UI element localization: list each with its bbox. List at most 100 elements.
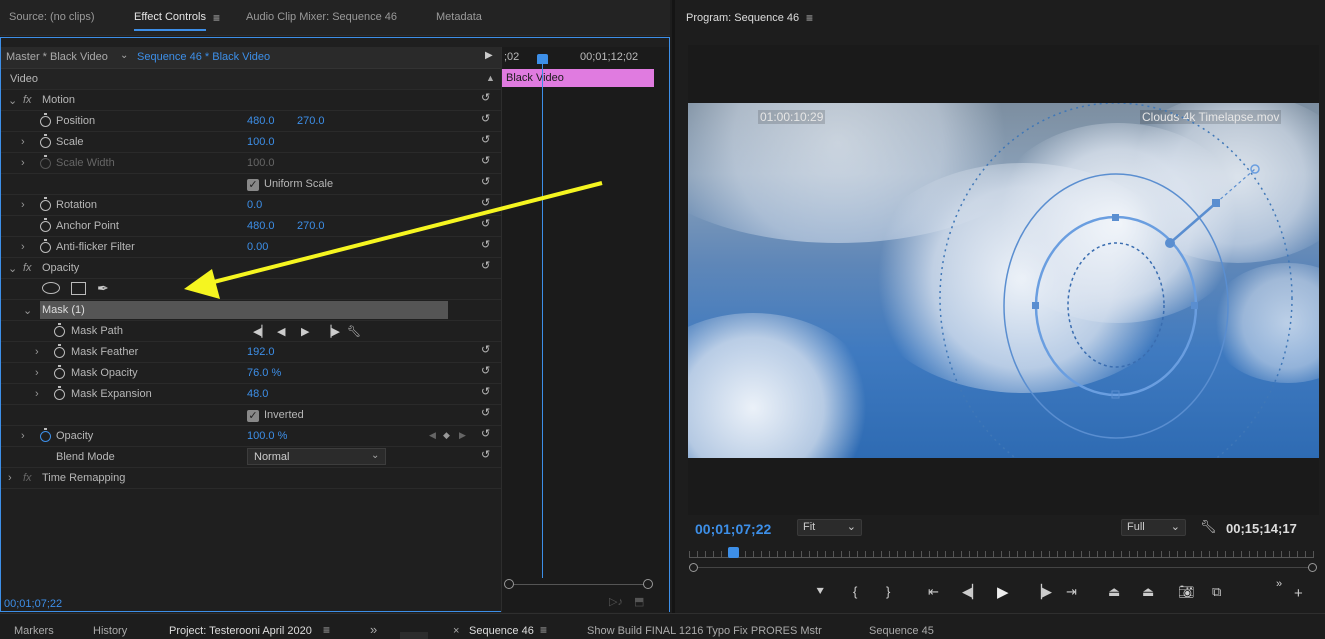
panel-handle[interactable]	[400, 632, 428, 639]
tab-audio-clip-mixer[interactable]: Audio Clip Mixer: Sequence 46	[246, 11, 397, 23]
wrench-icon[interactable]: 🔧︎	[347, 325, 361, 338]
track-backward-icon[interactable]: ◀	[277, 325, 285, 338]
track-forward-icon[interactable]: ▶	[301, 325, 309, 338]
prev-keyframe-icon[interactable]: ◀	[429, 430, 436, 441]
mask-overlay[interactable]	[688, 103, 1319, 458]
playback-resolution-dropdown[interactable]: Full ⌄	[1121, 519, 1186, 536]
stopwatch-icon[interactable]	[40, 197, 51, 211]
inverted-checkbox[interactable]: ✓	[247, 410, 259, 422]
mark-in-icon[interactable]: {	[853, 584, 857, 599]
chevron-down-icon[interactable]: ⌄	[23, 304, 32, 317]
chevron-right-icon[interactable]: ›	[8, 472, 12, 484]
panel-menu-icon[interactable]: ≡	[806, 11, 813, 25]
zoom-handle-left[interactable]	[504, 579, 514, 589]
close-icon[interactable]: ×	[453, 625, 459, 637]
chevron-right-icon[interactable]: ›	[35, 388, 39, 400]
reset-icon[interactable]: ↺	[481, 364, 490, 377]
fx-icon[interactable]: fx	[23, 94, 32, 106]
playhead-timecode[interactable]: 00;01;07;22	[695, 521, 771, 537]
mask-expansion-value[interactable]: 48.0	[247, 388, 268, 400]
panel-divider[interactable]	[672, 0, 675, 613]
effect-row-motion[interactable]: ⌄ fx Motion ↺	[1, 90, 501, 111]
wrench-icon[interactable]: 🔧︎	[1200, 519, 1217, 535]
reset-icon[interactable]: ↺	[481, 91, 490, 104]
reset-icon[interactable]: ↺	[481, 112, 490, 125]
blend-mode-dropdown[interactable]: Normal	[247, 448, 386, 465]
reset-icon[interactable]: ↺	[481, 133, 490, 146]
chevron-right-icon[interactable]: ›	[35, 346, 39, 358]
program-monitor-title[interactable]: Program: Sequence 46	[686, 12, 799, 24]
chevron-right-icon[interactable]: ›	[21, 430, 25, 442]
scale-value[interactable]: 100.0	[247, 136, 275, 148]
time-ruler[interactable]	[689, 557, 1314, 558]
effect-controls-timeline[interactable]	[501, 47, 669, 612]
stopwatch-icon[interactable]	[54, 365, 65, 379]
lift-icon[interactable]: ⏏	[1108, 584, 1120, 600]
ellipse-mask-icon[interactable]	[42, 282, 60, 294]
reset-icon[interactable]: ↺	[481, 343, 490, 356]
scroll-handle-left[interactable]	[689, 563, 698, 572]
video-frame[interactable]: 01:00:10:29 Clouds 4k Timelapse.mov	[688, 103, 1319, 458]
zoom-handle-right[interactable]	[643, 579, 653, 589]
zoom-level-dropdown[interactable]: Fit ⌄	[797, 519, 862, 536]
tab-project[interactable]: Project: Testerooni April 2020	[169, 625, 312, 637]
reset-icon[interactable]: ↺	[481, 406, 490, 419]
tab-history[interactable]: History	[93, 625, 127, 637]
clip-bar-black-video[interactable]: Black Video	[502, 69, 654, 87]
add-keyframe-icon[interactable]: ◆	[443, 430, 450, 441]
stopwatch-icon[interactable]	[40, 134, 51, 148]
stopwatch-icon[interactable]	[40, 218, 51, 232]
button-editor-plus-icon[interactable]: +	[1294, 585, 1303, 602]
mask-opacity-value[interactable]: 76.0 %	[247, 367, 281, 379]
stopwatch-icon[interactable]	[40, 239, 51, 253]
chevron-right-icon[interactable]: ›	[21, 136, 25, 148]
next-keyframe-icon[interactable]: ▶	[459, 430, 466, 441]
export-frame-icon[interactable]: 📷︎	[1178, 584, 1195, 600]
position-x-value[interactable]: 480.0	[247, 115, 275, 127]
add-marker-icon[interactable]: ⯆	[815, 584, 825, 600]
chevron-right-icon[interactable]: ›	[21, 199, 25, 211]
chevron-right-icon[interactable]: ›	[35, 367, 39, 379]
mark-out-icon[interactable]: }	[886, 584, 890, 599]
extract-icon[interactable]: ⏏	[1142, 584, 1154, 600]
pen-tool-icon[interactable]: ✒	[97, 280, 109, 297]
stopwatch-active-icon[interactable]	[40, 428, 51, 442]
filter-icon[interactable]: ▷♪	[609, 595, 623, 608]
stopwatch-icon[interactable]	[40, 113, 51, 127]
track-forward-one-frame-icon[interactable]: ▕▶	[323, 325, 340, 338]
more-tabs-icon[interactable]: »	[370, 622, 377, 637]
scroll-handle-right[interactable]	[1308, 563, 1317, 572]
reset-icon[interactable]: ↺	[481, 154, 490, 167]
reset-icon[interactable]: ↺	[481, 385, 490, 398]
track-backward-one-frame-icon[interactable]: ◀▏	[253, 325, 270, 338]
master-clip-label[interactable]: Master * Black Video	[6, 51, 108, 63]
opacity-value[interactable]: 100.0 %	[247, 430, 287, 442]
chevron-right-icon[interactable]: ›	[21, 241, 25, 253]
scroll-up-icon[interactable]: ▲	[486, 73, 495, 83]
sequence-clip-label[interactable]: Sequence 46 * Black Video	[137, 51, 270, 63]
stopwatch-icon[interactable]	[54, 323, 65, 337]
fx-icon[interactable]: fx	[23, 262, 32, 274]
panel-menu-icon[interactable]: ≡	[323, 623, 330, 637]
mask-feather-value[interactable]: 192.0	[247, 346, 275, 358]
tab-metadata[interactable]: Metadata	[436, 11, 482, 23]
go-to-out-icon[interactable]: ⇥	[1066, 584, 1077, 600]
tab-sequence-46[interactable]: Sequence 46	[469, 625, 534, 637]
stopwatch-icon[interactable]	[54, 386, 65, 400]
go-to-in-icon[interactable]: ⇤	[928, 584, 939, 600]
zoom-scrollbar[interactable]	[509, 584, 649, 585]
step-back-icon[interactable]: ◀▏	[962, 584, 982, 600]
stopwatch-icon[interactable]	[54, 344, 65, 358]
play-icon[interactable]: ▶	[997, 583, 1009, 601]
reset-icon[interactable]: ↺	[481, 448, 490, 461]
tab-show-build[interactable]: Show Build FINAL 1216 Typo Fix PRORES Ms…	[587, 625, 822, 637]
more-controls-icon[interactable]: »	[1276, 578, 1282, 590]
panel-menu-icon[interactable]: ≡	[213, 11, 220, 25]
tab-effect-controls[interactable]: Effect Controls	[134, 11, 206, 31]
step-forward-icon[interactable]: ▕▶	[1032, 584, 1052, 600]
ec-current-timecode[interactable]: 00;01;07;22	[4, 598, 62, 610]
chevron-down-icon[interactable]: ⌄	[371, 450, 379, 461]
reset-icon[interactable]: ↺	[481, 427, 490, 440]
comparison-view-icon[interactable]: ⧉	[1212, 584, 1221, 600]
chevron-down-icon[interactable]: ⌄	[8, 262, 17, 275]
